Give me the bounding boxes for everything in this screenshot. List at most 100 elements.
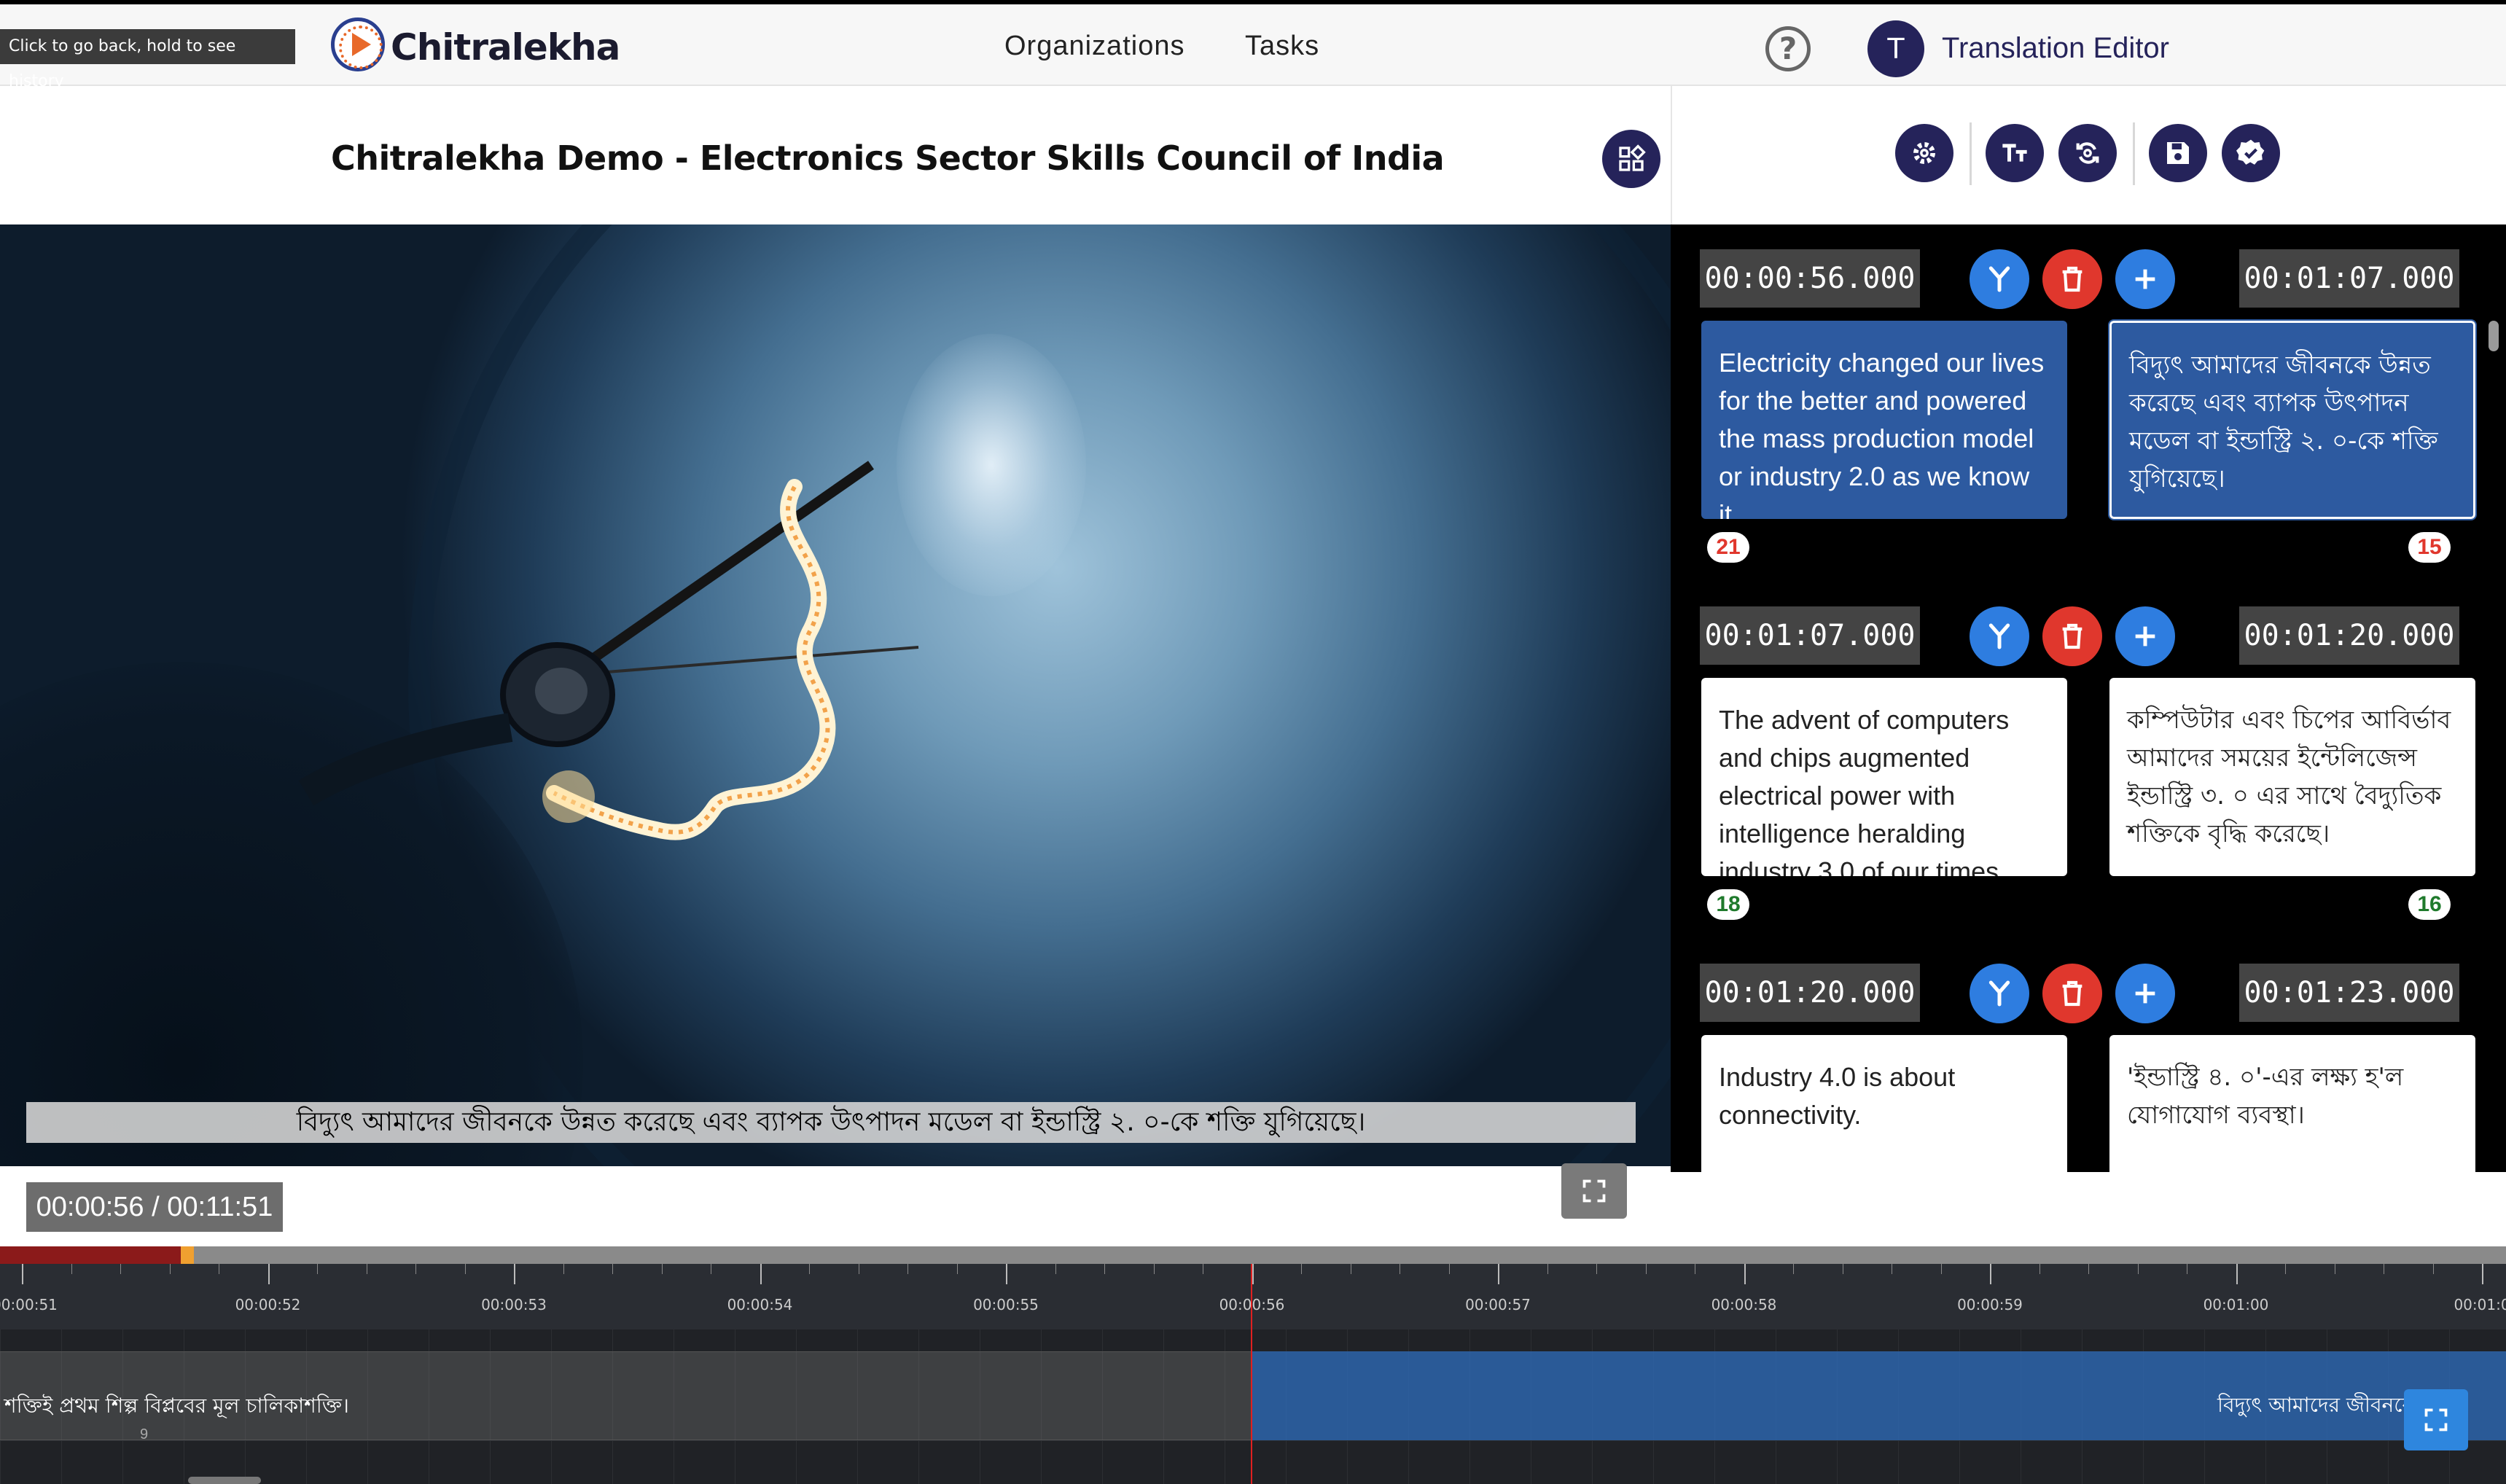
ruler-major-tick [22, 1264, 23, 1284]
ruler-minor-tick [1547, 1264, 1548, 1274]
delete-segment-button[interactable] [2042, 606, 2102, 666]
timeline-fullscreen-button[interactable] [2404, 1389, 2468, 1450]
add-segment-button[interactable] [2115, 249, 2175, 309]
app-header: Click to go back, hold to see history Ch… [0, 0, 2506, 90]
ruler-major-tick [1990, 1264, 1991, 1284]
segment-row: 00:00:56.000 00:01:07.000 Electricity ch… [1671, 224, 2506, 582]
ruler-minor-tick [1940, 1264, 1942, 1274]
ruler-tick-label: 00:00:54 [727, 1296, 793, 1313]
font-size-button[interactable] [1986, 124, 2044, 182]
user-role-label: Translation Editor [1942, 32, 2169, 64]
video-player[interactable]: বিদ্যুৎ আমাদের জীবনকে উন্নত করেছে এবং ব্… [0, 224, 1671, 1166]
toolbar-divider [2133, 122, 2135, 185]
ruler-minor-tick [2039, 1264, 2040, 1274]
ruler-minor-tick [2088, 1264, 2089, 1274]
ruler-minor-tick [2432, 1264, 2434, 1274]
grid-layout-icon [1619, 144, 1646, 171]
video-fullscreen-button[interactable] [1561, 1163, 1627, 1219]
help-icon[interactable]: ? [1765, 26, 1811, 71]
back-history-tooltip: Click to go back, hold to see history [0, 29, 295, 90]
merge-icon [1988, 623, 2010, 649]
ruler-tick-label: 00:00:53 [481, 1296, 547, 1313]
trash-icon [2062, 980, 2083, 1007]
waveform-timeline[interactable]: 00:00:51 00:00:52 00:00:53 00:00:54 00:00:55… [0, 1246, 2506, 1484]
settings-button[interactable] [1895, 124, 1953, 182]
nav-tasks[interactable]: Tasks [1245, 31, 1319, 62]
plus-icon [2135, 269, 2155, 289]
ruler-tick-label: 00:01:00 [2203, 1296, 2269, 1313]
chitralekha-logo-icon[interactable] [331, 17, 385, 71]
ruler-minor-tick [2137, 1264, 2139, 1274]
add-segment-button[interactable] [2115, 964, 2175, 1023]
ruler-tick-label: 00:00:59 [1957, 1296, 2023, 1313]
nav-organizations[interactable]: Organizations [1004, 31, 1184, 62]
add-segment-button[interactable] [2115, 606, 2175, 666]
ruler-minor-tick [1645, 1264, 1647, 1274]
track-line [0, 1440, 2506, 1441]
ruler-major-tick [1006, 1264, 1007, 1284]
ruler-tick-label: 00:00:58 [1711, 1296, 1777, 1313]
settings-icon [1913, 142, 1935, 164]
panel-scrollbar[interactable] [2489, 321, 2499, 351]
translation-text-box[interactable]: 'ইন্ডাস্ট্রি ৪. ০'-এর লক্ষ্য হ'ল যোগাযোগ… [2109, 1035, 2475, 1172]
segment-end-time[interactable]: 00:01:07.000 [2239, 249, 2459, 308]
ruler-minor-tick [1153, 1264, 1155, 1274]
ruler-major-tick [2236, 1264, 2238, 1284]
playhead-marker[interactable] [1251, 1264, 1252, 1484]
segment-start-time[interactable]: 00:00:56.000 [1700, 249, 1920, 308]
delete-segment-button[interactable] [2042, 964, 2102, 1023]
ruler-minor-tick [415, 1264, 416, 1274]
ruler-major-tick [1744, 1264, 1746, 1284]
complete-icon [2236, 139, 2265, 165]
save-button[interactable] [2149, 124, 2207, 182]
ruler-minor-tick [1596, 1264, 1597, 1274]
ruler-tick-label: 00:00:52 [235, 1296, 301, 1313]
progress-handle[interactable] [180, 1246, 194, 1264]
ruler-minor-tick [661, 1264, 663, 1274]
segment-row: 00:01:20.000 00:01:23.000 Industry 4.0 i… [1671, 939, 2506, 1172]
segment-start-time[interactable]: 00:01:20.000 [1700, 964, 1920, 1022]
ruler-minor-tick [169, 1264, 171, 1274]
ruler-minor-tick [956, 1264, 958, 1274]
complete-task-button[interactable] [2222, 124, 2280, 182]
translation-text-box[interactable]: কম্পিউটার এবং চিপের আবির্ভাব আমাদের সময়… [2109, 678, 2475, 876]
ruler-minor-tick [120, 1264, 121, 1274]
translation-word-count: 15 [2408, 532, 2451, 563]
user-avatar[interactable]: T [1867, 20, 1924, 77]
ruler-minor-tick [1055, 1264, 1056, 1274]
ruler-minor-tick [71, 1264, 72, 1274]
ruler-tick-label: 00:00:55 [973, 1296, 1039, 1313]
progress-played [0, 1246, 181, 1264]
translation-text-box[interactable]: বিদ্যুৎ আমাদের জীবনকে উন্নত করেছে এবং ব্… [2108, 319, 2477, 520]
trash-icon [2062, 623, 2083, 649]
ruler-minor-tick [1793, 1264, 1794, 1274]
segment-end-time[interactable]: 00:01:20.000 [2239, 606, 2459, 665]
ruler-minor-tick [2285, 1264, 2286, 1274]
brand-name[interactable]: Chitralekha [391, 26, 620, 69]
project-header: Chitralekha Demo - Electronics Sector Sk… [0, 86, 1671, 224]
layout-toggle-button[interactable] [1602, 130, 1660, 188]
toolbar-divider [1970, 122, 1972, 185]
fullscreen-icon [2424, 1408, 2448, 1432]
segment-start-time[interactable]: 00:01:07.000 [1700, 606, 1920, 665]
subtitle-segments-panel[interactable]: 00:00:56.000 00:01:07.000 Electricity ch… [1671, 224, 2506, 1172]
find-replace-button[interactable] [2058, 124, 2117, 182]
ruler-minor-tick [563, 1264, 564, 1274]
trash-icon [2062, 266, 2083, 292]
source-text-box[interactable]: Electricity changed our lives for the be… [1701, 321, 2067, 519]
delete-segment-button[interactable] [2042, 249, 2102, 309]
merge-segment-button[interactable] [1970, 249, 2029, 309]
merge-icon [1988, 980, 2010, 1007]
merge-segment-button[interactable] [1970, 964, 2029, 1023]
source-text-box[interactable]: The advent of computers and chips augmen… [1701, 678, 2067, 876]
playback-progress-bar[interactable] [0, 1246, 2506, 1264]
timeline-scroll-thumb[interactable] [188, 1477, 261, 1484]
timeline-subtitle-block-previous[interactable]: শক্তিই প্রথম শিল্প বিপ্লবের মূল চালিকাশক… [0, 1351, 1251, 1442]
source-text-box[interactable]: Industry 4.0 is about connectivity. [1701, 1035, 2067, 1172]
timeline-subtitle-block-current[interactable]: বিদ্যুৎ আমাদের জীবনকে উন্নত [1251, 1351, 2506, 1440]
ruler-tick-label: 00:00:51 [0, 1296, 58, 1313]
translation-word-count: 16 [2408, 889, 2451, 920]
segment-end-time[interactable]: 00:01:23.000 [2239, 964, 2459, 1022]
video-subtitle-overlay: বিদ্যুৎ আমাদের জীবনকে উন্নত করেছে এবং ব্… [26, 1102, 1636, 1143]
merge-segment-button[interactable] [1970, 606, 2029, 666]
